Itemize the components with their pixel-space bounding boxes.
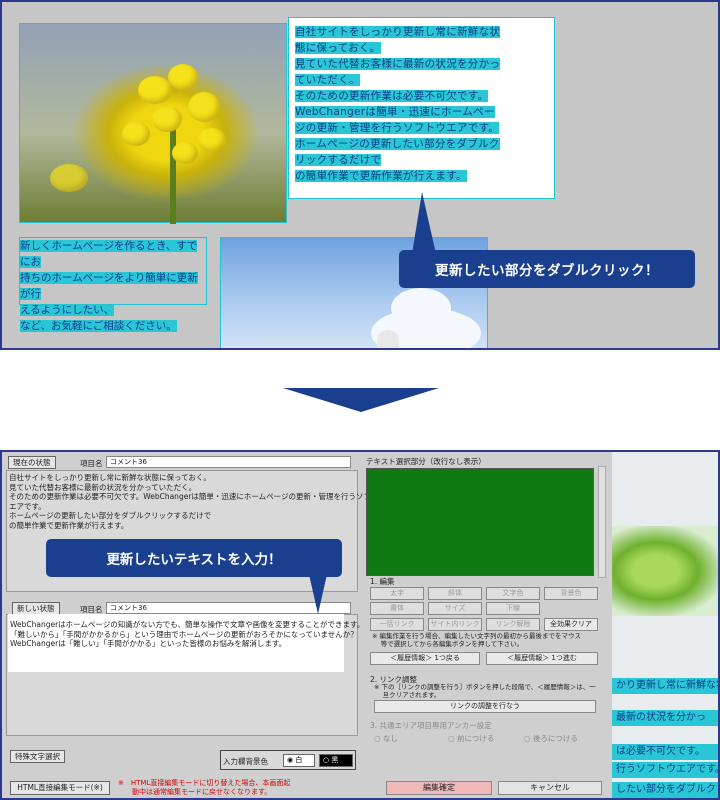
bg-color-label: 入力欄背景色 bbox=[223, 757, 268, 766]
bg-color-button[interactable]: 背景色 bbox=[544, 587, 598, 600]
anchor-option-before[interactable]: ○ 前につける bbox=[448, 733, 494, 744]
bold-button[interactable]: 太字 bbox=[370, 587, 424, 600]
unlink-button[interactable]: リンク解除 bbox=[486, 618, 540, 631]
confirm-edit-button[interactable]: 編集確定 bbox=[386, 781, 492, 795]
down-arrow-icon bbox=[283, 388, 439, 412]
preview-scrollbar[interactable] bbox=[598, 466, 606, 578]
anchor-option-label: 後ろにつける bbox=[532, 734, 578, 743]
radio-icon: ○ bbox=[448, 734, 457, 743]
edit-dialog-panel: 現在の状態 項目名 コメント36 自社サイトをしっかり更新し常に新鮮な状態に保っ… bbox=[0, 450, 720, 800]
bg-black-label: 黒 bbox=[331, 756, 339, 764]
double-click-callout: 更新したい部分をダブルクリック！ bbox=[399, 250, 695, 288]
anchor-option-label: なし bbox=[382, 734, 398, 743]
page-preview-panel: 自社サイトをしっかり更新し常に新鮮な状 態に保っておく。 見ていた代替お客様に最… bbox=[0, 0, 720, 350]
italic-button[interactable]: 斜体 bbox=[428, 587, 482, 600]
html-direct-edit-button[interactable]: HTML直接編集モード(※) bbox=[10, 781, 110, 795]
size-button[interactable]: サイズ bbox=[428, 602, 482, 615]
adjust-links-button[interactable]: リンクの調整を行なう bbox=[374, 700, 596, 713]
clear-effects-button[interactable]: 全効果クリア bbox=[544, 618, 598, 631]
html-mode-warning: ※ HTML直接編集モードに切り替えた場合、本画面起 動中は通常編集モードに戻せ… bbox=[118, 779, 291, 796]
leaf-image bbox=[612, 526, 718, 616]
font-button[interactable]: 書体 bbox=[370, 602, 424, 615]
bg-white-option[interactable]: ◉ 白 bbox=[283, 754, 315, 767]
text-line: 最新の状況を分かっ bbox=[612, 710, 718, 726]
site-link-button[interactable]: サイト内リンク bbox=[428, 618, 482, 631]
edit-note: ※ 編集作業を行う場合、編集したい文字列の最初から最後までをマウス 等で選択して… bbox=[372, 632, 582, 648]
history-forward-button[interactable]: ＜履歴情報＞ 1つ進む bbox=[486, 652, 598, 665]
text-line: は必要不可欠です。 bbox=[612, 744, 718, 760]
anchor-option-label: 前につける bbox=[456, 734, 495, 743]
cancel-button[interactable]: キャンセル bbox=[498, 781, 602, 795]
text-selection-preview bbox=[366, 468, 594, 576]
bulk-link-button[interactable]: 一括リンク bbox=[370, 618, 424, 631]
background-page-strip: かり更新し常に新鮮な状 最新の状況を分かっ は必要不可欠です。 行うソフトウエア… bbox=[612, 452, 718, 798]
bg-white-label: 白 bbox=[295, 756, 303, 764]
history-back-button[interactable]: ＜履歴情報＞ 1つ戻る bbox=[370, 652, 480, 665]
anchor-section-title: 3. 共通エリア項目専用アンカー設定 bbox=[370, 721, 492, 730]
text-line: かり更新し常に新鮮な状 bbox=[612, 678, 718, 694]
underline-button[interactable]: 下線 bbox=[486, 602, 540, 615]
anchor-option-after[interactable]: ○ 後ろにつける bbox=[524, 733, 578, 744]
link-note: ※ 下の［リンクの調整を行う］ボタンを押した段階で、＜履歴情報＞は、一 旦クリア… bbox=[374, 683, 596, 699]
callout-pointer-icon bbox=[412, 192, 436, 254]
enter-text-callout: 更新したいテキストを入力！ bbox=[46, 539, 342, 577]
text-selection-title: テキスト選択部分（改行なし表示） bbox=[366, 457, 486, 466]
edit-section-title: 1. 編集 bbox=[370, 577, 395, 586]
radio-icon: ○ bbox=[524, 734, 533, 743]
anchor-option-none[interactable]: ○ なし bbox=[374, 733, 398, 744]
text-line: 行うソフトウエアです。 bbox=[612, 762, 718, 778]
radio-icon: ○ bbox=[374, 734, 383, 743]
edit-dialog: 現在の状態 項目名 コメント36 自社サイトをしっかり更新し常に新鮮な状態に保っ… bbox=[2, 452, 612, 798]
special-char-button[interactable]: 特殊文字選択 bbox=[10, 750, 65, 763]
bg-color-selector: 入力欄背景色 ◉ 白 ○ 黒 bbox=[220, 750, 356, 770]
text-color-button[interactable]: 文字色 bbox=[486, 587, 540, 600]
text-line: したい部分をダブルク bbox=[612, 782, 718, 798]
bg-black-option[interactable]: ○ 黒 bbox=[319, 754, 353, 767]
